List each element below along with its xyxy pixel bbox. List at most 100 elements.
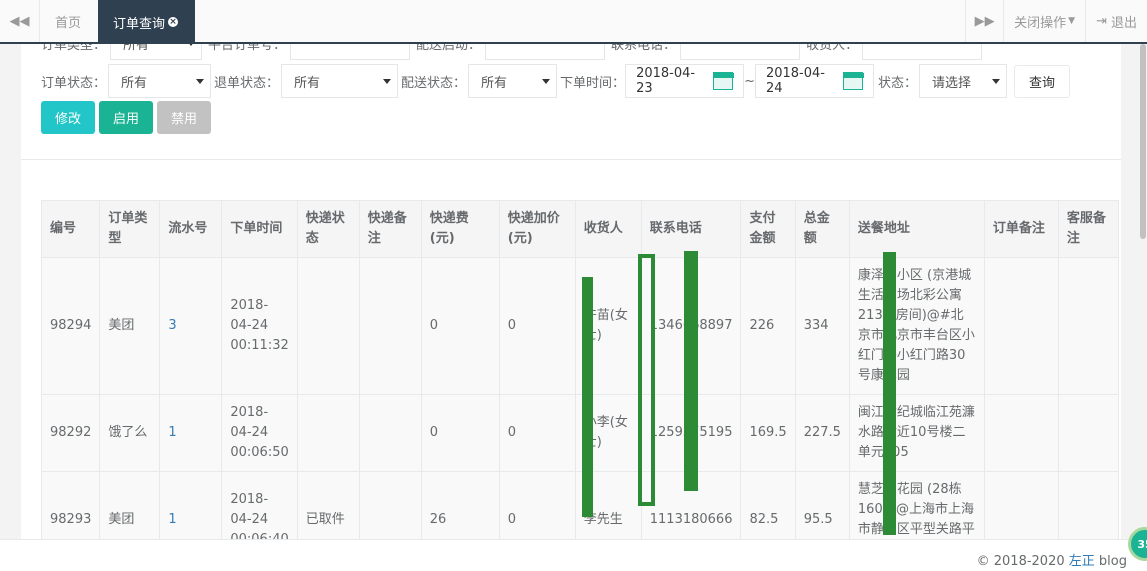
query-button[interactable]: 查询 — [1013, 64, 1070, 98]
calendar-icon[interactable] — [712, 72, 735, 90]
logout-button[interactable]: ⇥ 退出 — [1085, 0, 1147, 42]
caret-down-icon — [383, 79, 392, 84]
logout-label: 退出 — [1110, 15, 1137, 31]
cell-fee: 0 — [420, 257, 500, 395]
col-header[interactable]: 编号 — [40, 200, 101, 258]
col-header[interactable]: 联系电话 — [640, 200, 742, 258]
cell-total: 227.5 — [794, 394, 850, 472]
order-status-value: 所有 — [121, 75, 148, 91]
cell-serial-link[interactable]: 1 — [159, 471, 223, 539]
cell-address: 康泽园小区 (京港城生活广场北彩公寓213号房间)@#北京市北京市丰台区小红门路… — [848, 257, 985, 395]
enable-button[interactable]: 启用 — [99, 101, 153, 134]
refund-status-label: 退单状态： — [214, 75, 280, 91]
scrollbar-thumb[interactable] — [1140, 44, 1146, 239]
col-header[interactable]: 收货人 — [574, 200, 642, 258]
col-header[interactable]: 订单类型 — [99, 200, 161, 258]
delivery-status-select[interactable]: 所有 — [468, 64, 558, 98]
date-to-input[interactable]: 2018-04-24 — [754, 64, 874, 98]
logout-icon: ⇥ — [1096, 13, 1107, 29]
double-right-arrow-icon: ▶▶ — [974, 13, 995, 29]
order-status-select[interactable]: 所有 — [108, 64, 212, 98]
tab-order-query-label: 订单查询 — [113, 16, 166, 32]
order-type-select[interactable]: 所有 — [110, 44, 203, 60]
contact-phone-input[interactable] — [680, 44, 801, 60]
table-row[interactable]: 98293 美团 1 2018-04-24 00:06:40 已取件 26 0 … — [40, 471, 1119, 539]
cell-id: 98292 — [40, 394, 101, 472]
table-header-row: 编号 订单类型 流水号 下单时间 快递状态 快递备注 快递费(元) 快递加价(元… — [40, 200, 1119, 258]
date-from-input[interactable]: 2018-04-23 — [625, 64, 745, 98]
order-type-value: 所有 — [123, 44, 150, 53]
caret-down-icon — [196, 79, 205, 84]
redaction-mark — [638, 254, 655, 506]
delivery-start-label: 配送启动： — [416, 44, 482, 53]
cell-serial-link[interactable]: 1 — [159, 394, 223, 472]
date-to-value: 2018-04-24 — [765, 66, 825, 96]
tab-home[interactable]: 首页 — [40, 0, 98, 42]
delivery-status-value: 所有 — [481, 75, 508, 91]
cell-cs-note — [1057, 471, 1119, 539]
calendar-icon[interactable] — [842, 72, 864, 90]
cell-address: 闽江世纪城临江苑濂水路附近10号楼二单元605 — [848, 394, 985, 472]
orders-table: 编号 订单类型 流水号 下单时间 快递状态 快递备注 快递费(元) 快递加价(元… — [40, 200, 1119, 539]
table-row[interactable]: 98294 美团 3 2018-04-24 00:11:32 0 0 许苗(女士… — [40, 257, 1119, 395]
cell-address: 慧芝湖花园 (28栋1603)@上海市上海市静安区平型关路平型关路慧芝湖花园 — [848, 471, 985, 539]
edit-button[interactable]: 修改 — [41, 101, 95, 134]
footer: © 2018-2020 左正 blog — [0, 539, 1147, 571]
receiver-input[interactable] — [862, 44, 983, 60]
cell-serial-link[interactable]: 3 — [159, 257, 223, 395]
tab-scroll-right-button[interactable]: ▶▶ — [965, 0, 1003, 42]
col-header[interactable]: 客服备注 — [1057, 200, 1119, 258]
tab-scroll-left-button[interactable]: ◀◀ — [0, 0, 40, 42]
table-row[interactable]: 98292 饿了么 1 2018-04-24 00:06:50 0 0 小李(女… — [40, 394, 1119, 472]
content-panel: 订单类型： 所有 平台订单号： 配送启动： 联系电话： 收货人： 订单状态： 所… — [21, 44, 1121, 539]
close-operations-dropdown[interactable]: 关闭操作 ▼ — [1003, 0, 1085, 42]
copyright: © 2018-2020 左正 blog — [977, 550, 1127, 569]
close-tab-icon[interactable]: × — [168, 17, 179, 27]
cell-total: 334 — [794, 257, 850, 395]
col-header[interactable]: 快递加价(元) — [498, 200, 576, 258]
cell-time: 2018-04-24 00:06:50 — [221, 394, 298, 472]
status-select[interactable]: 请选择 — [918, 64, 1007, 98]
redaction-mark — [582, 277, 593, 517]
cell-order-note — [983, 257, 1059, 395]
col-header[interactable]: 快递费(元) — [420, 200, 500, 258]
col-header[interactable]: 总金额 — [794, 200, 850, 258]
filter-row-1: 订单类型： 所有 平台订单号： 配送启动： 联系电话： 收货人： — [41, 44, 983, 60]
date-separator: ~ — [744, 73, 755, 89]
col-header[interactable]: 支付金额 — [740, 200, 796, 258]
col-header[interactable]: 流水号 — [159, 200, 223, 258]
cell-express-note — [358, 394, 422, 472]
platform-order-input[interactable] — [290, 44, 411, 60]
order-time-label: 下单时间： — [560, 75, 626, 91]
cell-total: 95.5 — [794, 471, 850, 539]
col-header[interactable]: 快递备注 — [358, 200, 422, 258]
cell-paid: 169.5 — [740, 394, 796, 472]
blog-text: blog — [1098, 554, 1127, 569]
cell-surcharge: 0 — [498, 394, 576, 472]
order-type-label: 订单类型： — [41, 44, 107, 53]
caret-down-icon — [991, 79, 1000, 84]
cell-surcharge: 0 — [498, 257, 576, 395]
cell-order-note — [983, 394, 1059, 472]
vertical-scrollbar[interactable] — [1139, 44, 1147, 539]
redaction-mark — [684, 251, 698, 491]
caret-down-icon — [542, 79, 551, 84]
col-header[interactable]: 下单时间 — [221, 200, 298, 258]
cell-type: 美团 — [99, 257, 161, 395]
delivery-start-input[interactable] — [485, 44, 606, 60]
filter-form: 订单类型： 所有 平台订单号： 配送启动： 联系电话： 收货人： 订单状态： 所… — [21, 44, 1121, 160]
disable-button[interactable]: 禁用 — [157, 101, 211, 134]
tab-order-query[interactable]: 订单查询 × — [98, 0, 195, 44]
caret-down-icon: ▼ — [1068, 16, 1076, 26]
col-header[interactable]: 订单备注 — [983, 200, 1059, 258]
cell-order-note — [983, 471, 1059, 539]
col-header[interactable]: 快递状态 — [296, 200, 360, 258]
refund-status-select[interactable]: 所有 — [281, 64, 399, 98]
tab-home-label: 首页 — [55, 15, 82, 31]
author-link[interactable]: 左正 — [1069, 554, 1095, 569]
cell-id: 98294 — [40, 257, 101, 395]
col-header[interactable]: 送餐地址 — [848, 200, 985, 258]
cell-cs-note — [1057, 394, 1119, 472]
cell-paid: 226 — [740, 257, 796, 395]
contact-phone-label: 联系电话： — [611, 44, 677, 53]
